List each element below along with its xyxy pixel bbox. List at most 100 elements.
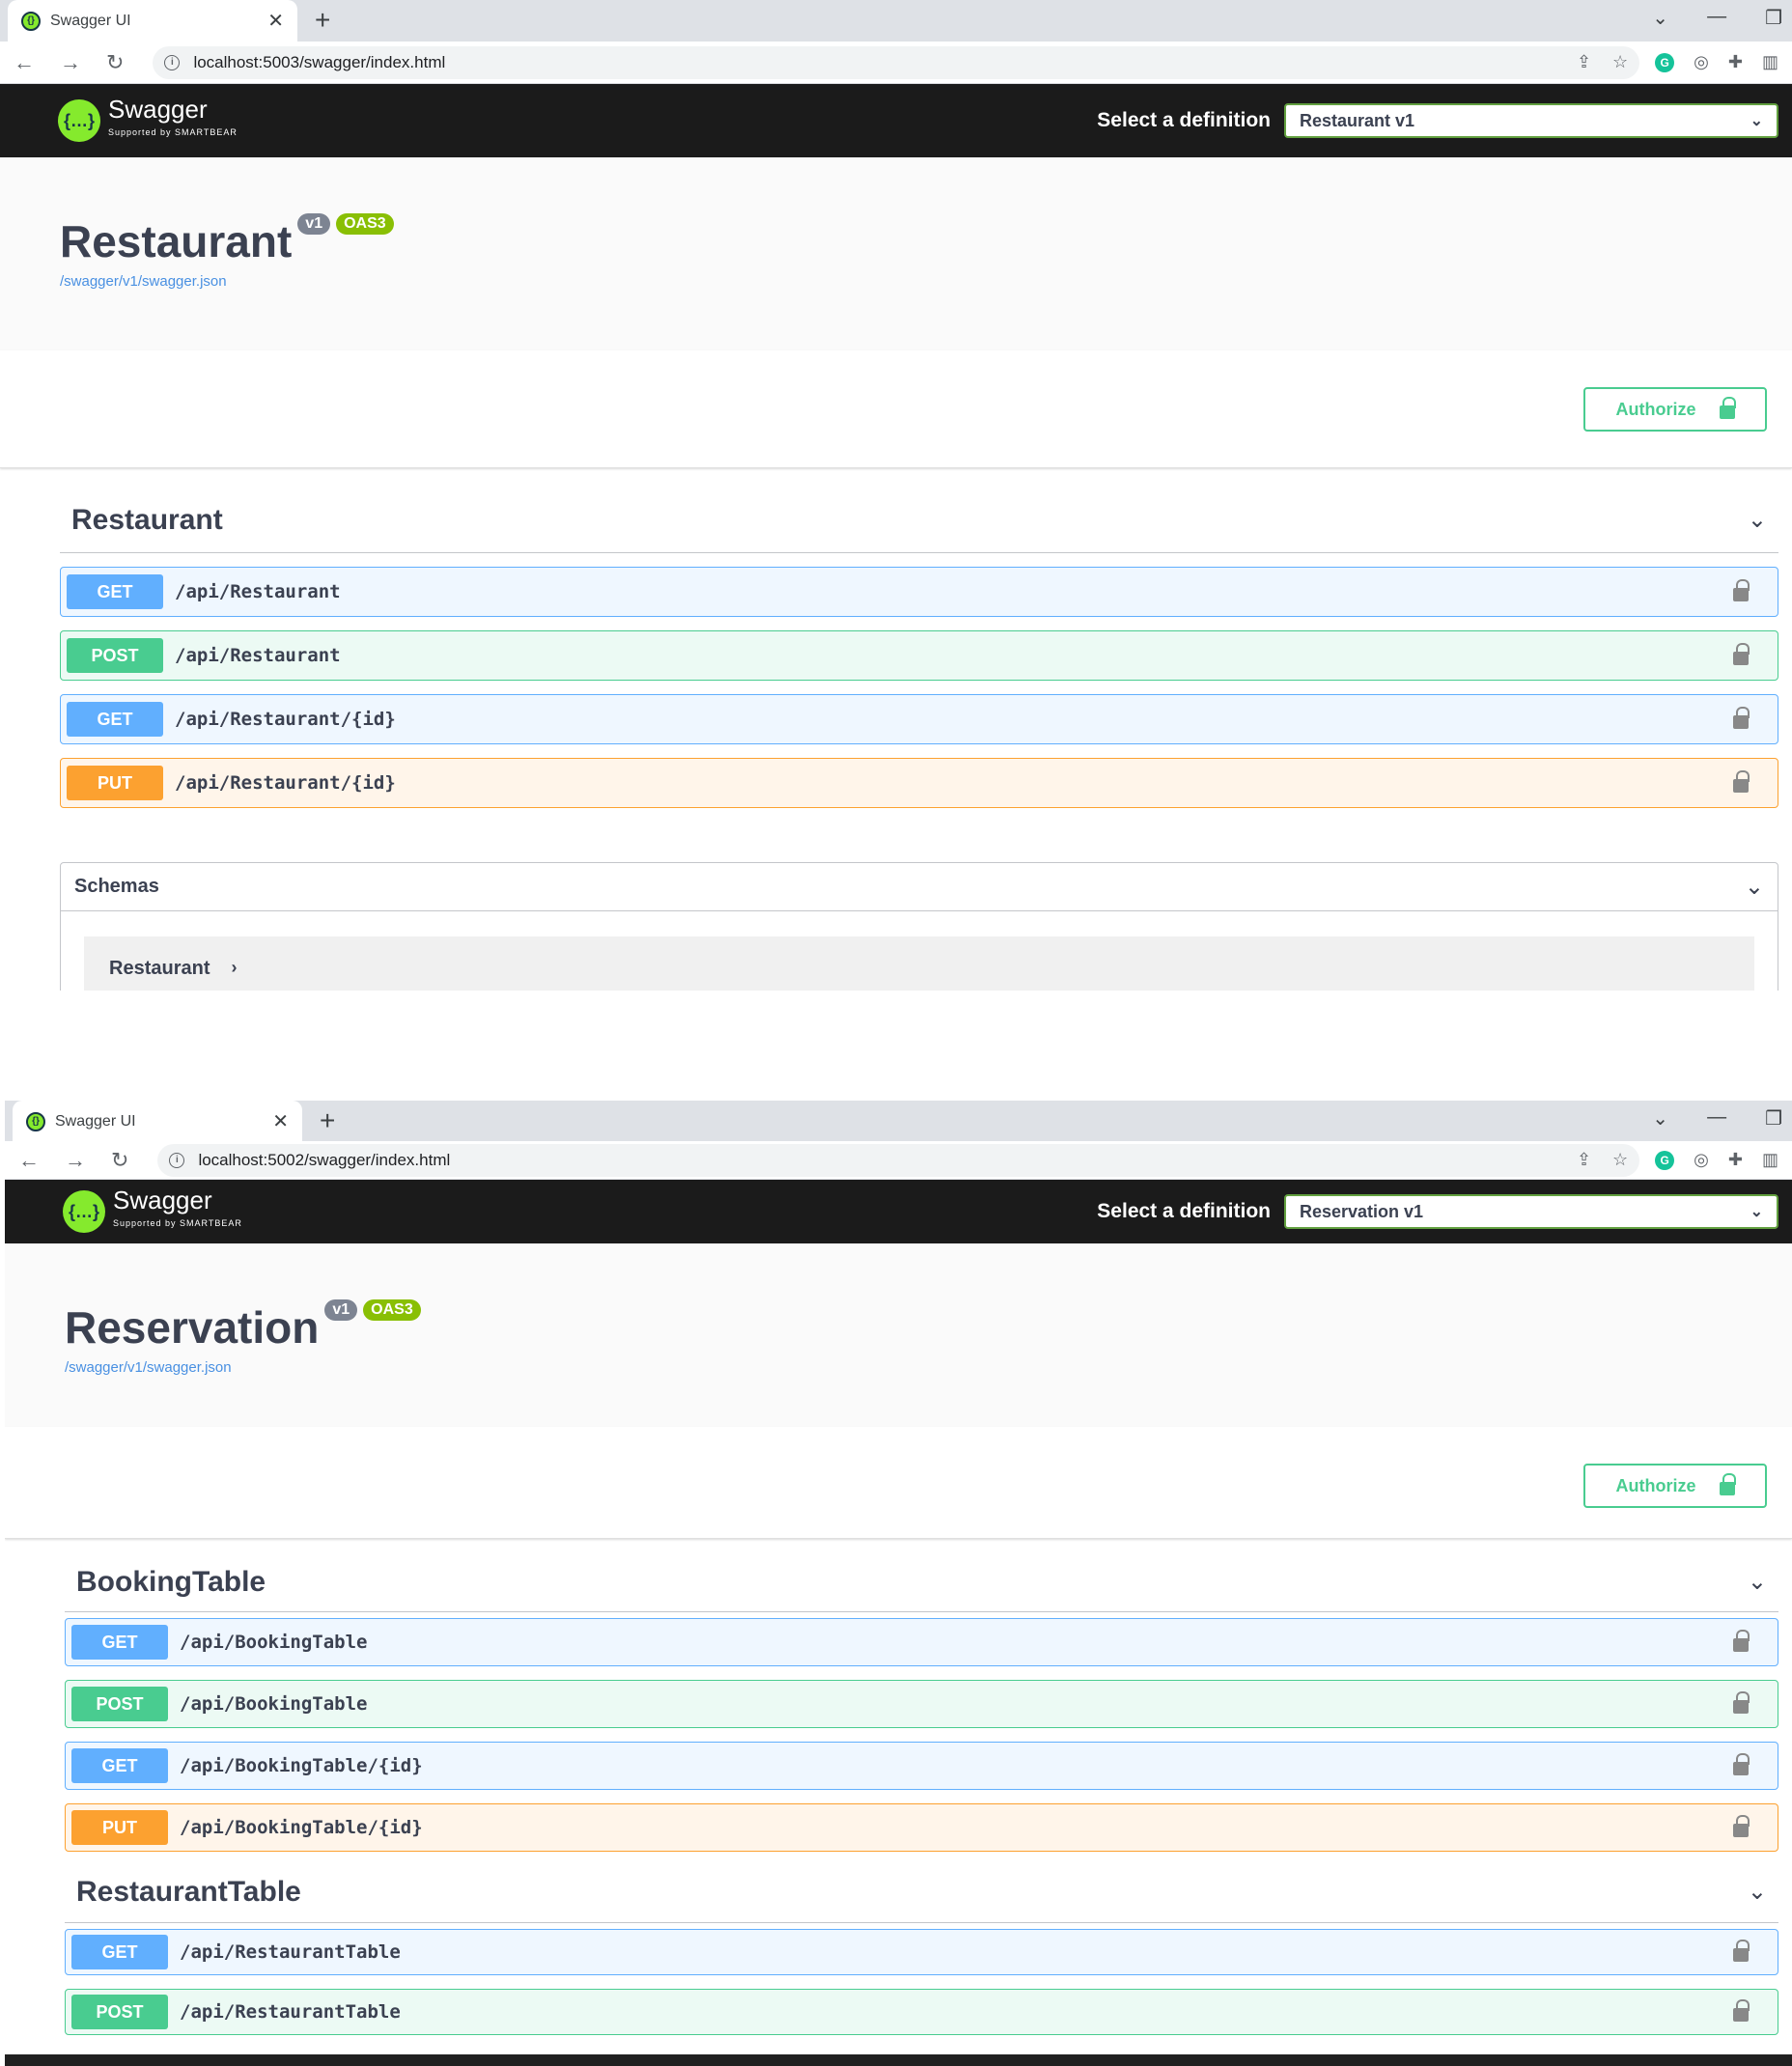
- operation-path: /api/BookingTable: [180, 1632, 368, 1653]
- operation-row[interactable]: PUT/api/BookingTable/{id}: [65, 1803, 1778, 1852]
- tag-header-bookingtable[interactable]: BookingTable ⌄: [65, 1552, 1778, 1612]
- lock-icon[interactable]: [1733, 770, 1750, 793]
- back-icon[interactable]: ←: [18, 1148, 40, 1173]
- lock-icon: [1719, 1473, 1736, 1495]
- back-icon[interactable]: ←: [14, 50, 35, 75]
- schemas-section: Schemas ⌄ Restaurant ›: [60, 862, 1778, 991]
- restore-icon[interactable]: ❐: [1765, 6, 1782, 30]
- schemes-bar: Authorize: [0, 350, 1792, 468]
- grammarly-icon[interactable]: G: [1655, 1150, 1675, 1170]
- sidepanel-icon[interactable]: ▥: [1762, 52, 1778, 72]
- operation-row[interactable]: GET/api/RestaurantTable: [65, 1929, 1778, 1975]
- authorize-button[interactable]: Authorize: [1583, 1464, 1767, 1508]
- share-icon[interactable]: ⇪: [1577, 52, 1591, 72]
- minimize-icon[interactable]: —: [1707, 6, 1726, 30]
- restore-icon[interactable]: ❐: [1765, 1106, 1782, 1131]
- lock-icon[interactable]: [1733, 1630, 1750, 1652]
- method-badge: GET: [71, 1748, 168, 1783]
- version-badge: v1: [324, 1299, 358, 1321]
- lock-icon[interactable]: [1733, 1940, 1750, 1962]
- url-field[interactable]: i localhost:5002/swagger/index.html ⇪ ☆: [157, 1143, 1640, 1177]
- schema-model-name: Restaurant: [109, 958, 210, 979]
- tab-bar: {} Swagger UI ✕ + ⌄ — ❐: [0, 0, 1792, 42]
- lock-icon[interactable]: [1733, 1691, 1750, 1714]
- bookmark-star-icon[interactable]: ☆: [1612, 52, 1628, 72]
- lock-icon[interactable]: [1733, 1753, 1750, 1775]
- operation-row[interactable]: POST/api/BookingTable: [65, 1680, 1778, 1728]
- api-info: Reservation v1 OAS3 /swagger/v1/swagger.…: [5, 1243, 1792, 1427]
- url-field[interactable]: i localhost:5003/swagger/index.html ⇪ ☆: [153, 45, 1640, 79]
- lock-icon[interactable]: [1733, 643, 1750, 665]
- chevron-right-icon: ›: [231, 958, 238, 977]
- browser-tab[interactable]: {} Swagger UI ✕: [13, 1101, 302, 1142]
- swagger-logo[interactable]: {…} Swagger Supported by SMARTBEAR: [63, 1187, 242, 1235]
- sidepanel-icon[interactable]: ▥: [1762, 1150, 1778, 1170]
- bookmark-star-icon[interactable]: ☆: [1612, 1150, 1628, 1170]
- operation-row[interactable]: POST/api/RestaurantTable: [65, 1989, 1778, 2035]
- browser-tab[interactable]: {} Swagger UI ✕: [8, 0, 297, 42]
- puzzle-icon[interactable]: ✚: [1728, 1150, 1743, 1170]
- method-badge: GET: [67, 574, 163, 609]
- operation-row[interactable]: GET/api/BookingTable/{id}: [65, 1742, 1778, 1790]
- brand-name: Swagger: [108, 95, 208, 124]
- operation-row[interactable]: POST/api/Restaurant: [60, 630, 1778, 681]
- lock-icon[interactable]: [1733, 1999, 1750, 2022]
- lock-icon[interactable]: [1733, 1815, 1750, 1837]
- swagger-json-link[interactable]: /swagger/v1/swagger.json: [65, 1359, 1732, 1376]
- extension-icon[interactable]: ◎: [1694, 1150, 1709, 1170]
- authorize-button[interactable]: Authorize: [1583, 387, 1767, 432]
- swagger-topbar: {…} Swagger Supported by SMARTBEAR Select…: [5, 1180, 1792, 1243]
- reload-icon[interactable]: ↻: [111, 1148, 128, 1173]
- new-tab-icon[interactable]: +: [320, 1105, 335, 1136]
- swagger-logo[interactable]: {…} Swagger Supported by SMARTBEAR: [58, 95, 238, 144]
- lock-icon: [1719, 397, 1736, 419]
- share-icon[interactable]: ⇪: [1577, 1150, 1591, 1170]
- chevron-down-icon: ⌄: [1747, 507, 1767, 533]
- method-badge: GET: [71, 1625, 168, 1660]
- swagger-favicon-icon: {}: [21, 11, 41, 31]
- tag-header-restauranttable[interactable]: RestaurantTable ⌄: [65, 1861, 1778, 1923]
- close-tab-icon[interactable]: ✕: [272, 1109, 289, 1133]
- tab-search-icon[interactable]: ⌄: [1652, 1106, 1668, 1131]
- operation-row[interactable]: GET/api/Restaurant: [60, 567, 1778, 617]
- site-info-icon[interactable]: i: [169, 1152, 185, 1168]
- forward-icon[interactable]: →: [65, 1148, 86, 1173]
- tab-search-icon[interactable]: ⌄: [1652, 6, 1668, 30]
- operation-row[interactable]: GET/api/BookingTable: [65, 1618, 1778, 1666]
- operations: BookingTable ⌄ GET/api/BookingTable POST…: [5, 1539, 1792, 2035]
- definition-select[interactable]: Restaurant v1 ⌄: [1284, 103, 1778, 138]
- swagger-json-link[interactable]: /swagger/v1/swagger.json: [60, 273, 1732, 290]
- method-badge: POST: [71, 1687, 168, 1721]
- minimize-icon[interactable]: —: [1707, 1106, 1726, 1131]
- operation-path: /api/Restaurant/{id}: [175, 772, 396, 794]
- lock-icon[interactable]: [1733, 707, 1750, 729]
- extension-icon[interactable]: ◎: [1694, 52, 1709, 72]
- chevron-down-icon: ⌄: [1744, 874, 1764, 900]
- operation-path: /api/RestaurantTable: [180, 1941, 401, 1963]
- api-title: Restaurant: [60, 216, 293, 266]
- new-tab-icon[interactable]: +: [315, 5, 330, 36]
- schema-model[interactable]: Restaurant ›: [84, 936, 1754, 991]
- swagger-logo-icon: {…}: [63, 1190, 105, 1233]
- operation-row[interactable]: GET/api/Restaurant/{id}: [60, 694, 1778, 744]
- grammarly-icon[interactable]: G: [1655, 52, 1675, 72]
- operation-path: /api/BookingTable/{id}: [180, 1817, 423, 1838]
- forward-icon[interactable]: →: [60, 50, 81, 75]
- url-text: localhost:5002/swagger/index.html: [198, 1150, 451, 1169]
- selected-definition: Reservation v1: [1300, 1201, 1424, 1221]
- puzzle-icon[interactable]: ✚: [1728, 52, 1743, 72]
- swagger-topbar: {…} Swagger Supported by SMARTBEAR Select…: [0, 84, 1792, 157]
- schemes-bar: Authorize: [5, 1427, 1792, 1539]
- definition-select[interactable]: Reservation v1 ⌄: [1284, 1194, 1778, 1229]
- tag-header-restaurant[interactable]: Restaurant ⌄: [60, 488, 1778, 553]
- close-tab-icon[interactable]: ✕: [267, 9, 284, 33]
- reload-icon[interactable]: ↻: [106, 50, 124, 75]
- version-badge: v1: [297, 213, 331, 235]
- browser-window-reservation: {} Swagger UI ✕ + ⌄ — ❐ ← → ↻ i localhos…: [5, 1101, 1792, 2066]
- schemas-header[interactable]: Schemas ⌄: [61, 863, 1778, 911]
- tab-title: Swagger UI: [50, 12, 131, 29]
- operation-row[interactable]: PUT/api/Restaurant/{id}: [60, 758, 1778, 808]
- lock-icon[interactable]: [1733, 579, 1750, 601]
- site-info-icon[interactable]: i: [164, 54, 181, 70]
- authorize-label: Authorize: [1615, 399, 1696, 419]
